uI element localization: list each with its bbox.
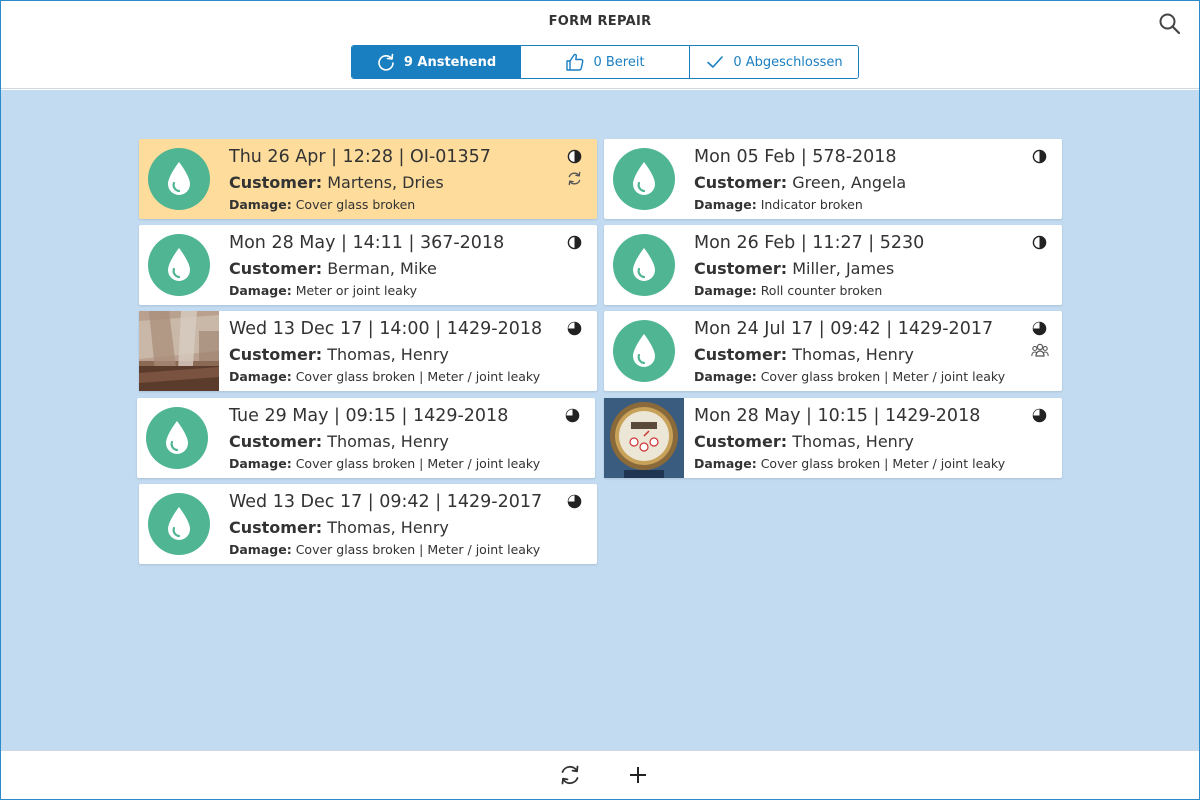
tab-pending[interactable]: 9 Anstehend — [352, 46, 521, 78]
search-icon[interactable] — [1157, 11, 1183, 37]
drop-icon — [137, 398, 217, 478]
three-quarter-circle-icon — [567, 494, 582, 509]
card-damage: Damage: Cover glass broken — [229, 197, 416, 212]
card-damage: Damage: Cover glass broken | Meter / joi… — [694, 369, 1006, 384]
card-customer: Customer: Thomas, Henry — [694, 432, 914, 451]
three-quarter-circle-icon — [565, 408, 580, 423]
card-damage: Damage: Cover glass broken | Meter / joi… — [229, 369, 541, 384]
tab-completed-label: 0 Abgeschlossen — [733, 54, 843, 70]
card-customer: Customer: Miller, James — [694, 259, 895, 278]
card-damage: Damage: Roll counter broken — [694, 283, 883, 298]
check-icon — [705, 52, 725, 72]
status-tabs: 9 Anstehend 0 Bereit 0 Abgeschlossen — [351, 45, 859, 79]
repair-card[interactable]: Wed 13 Dec 17 | 14:00 | 1429-2018 Custom… — [139, 311, 597, 391]
tab-ready-label: 0 Bereit — [593, 54, 645, 70]
header: FORM REPAIR 9 Anstehend 0 Bereit 0 Abges… — [1, 1, 1199, 89]
repair-card[interactable]: Mon 28 May | 10:15 | 1429-2018 Customer:… — [604, 398, 1062, 478]
card-title: Mon 28 May | 10:15 | 1429-2018 — [694, 406, 981, 426]
card-title: Mon 26 Feb | 11:27 | 5230 — [694, 233, 925, 253]
half-circle-icon — [567, 149, 582, 164]
card-title: Mon 24 Jul 17 | 09:42 | 1429-2017 — [694, 319, 994, 339]
half-circle-icon — [1032, 235, 1047, 250]
half-circle-icon — [567, 235, 582, 250]
card-title: Thu 26 Apr | 12:28 | OI-01357 — [229, 147, 491, 167]
refresh-icon — [376, 52, 396, 72]
card-damage: Damage: Cover glass broken | Meter / joi… — [694, 456, 1006, 471]
plus-icon[interactable] — [626, 763, 650, 787]
card-title: Mon 28 May | 14:11 | 367-2018 — [229, 233, 505, 253]
drop-icon — [139, 225, 219, 305]
repair-card[interactable]: Tue 29 May | 09:15 | 1429-2018 Customer:… — [137, 398, 595, 478]
tab-pending-label: 9 Anstehend — [403, 54, 497, 70]
group-icon — [1031, 342, 1049, 359]
sync-icon — [566, 170, 583, 187]
card-title: Tue 29 May | 09:15 | 1429-2018 — [229, 406, 509, 426]
repair-list: Thu 26 Apr | 12:28 | OI-01357 Customer: … — [1, 90, 1199, 750]
three-quarter-circle-icon — [1032, 408, 1047, 423]
card-customer: Customer: Green, Angela — [694, 173, 907, 192]
footer-toolbar — [1, 750, 1199, 799]
tab-ready[interactable]: 0 Bereit — [521, 46, 690, 78]
card-customer: Customer: Thomas, Henry — [229, 345, 449, 364]
card-customer: Customer: Berman, Mike — [229, 259, 437, 278]
drop-icon — [604, 311, 684, 391]
card-title: Wed 13 Dec 17 | 09:42 | 1429-2017 — [229, 492, 543, 512]
card-customer: Customer: Thomas, Henry — [229, 432, 449, 451]
drop-icon — [604, 225, 684, 305]
card-customer: Customer: Thomas, Henry — [694, 345, 914, 364]
card-damage: Damage: Meter or joint leaky — [229, 283, 418, 298]
meter-photo — [604, 398, 684, 478]
thumbs-up-icon — [565, 52, 585, 72]
drop-icon — [139, 139, 219, 219]
three-quarter-circle-icon — [1032, 321, 1047, 336]
app-title: FORM REPAIR — [548, 14, 652, 29]
repair-card[interactable]: Mon 24 Jul 17 | 09:42 | 1429-2017 Custom… — [604, 311, 1062, 391]
drop-icon — [139, 484, 219, 564]
repair-card[interactable]: Mon 05 Feb | 578-2018 Customer: Green, A… — [604, 139, 1062, 219]
refresh-icon[interactable] — [558, 763, 582, 787]
tab-completed[interactable]: 0 Abgeschlossen — [690, 46, 858, 78]
three-quarter-circle-icon — [567, 321, 582, 336]
repair-card[interactable]: Thu 26 Apr | 12:28 | OI-01357 Customer: … — [139, 139, 597, 219]
pipe-photo — [139, 311, 219, 391]
card-title: Mon 05 Feb | 578-2018 — [694, 147, 897, 167]
repair-card[interactable]: Mon 26 Feb | 11:27 | 5230 Customer: Mill… — [604, 225, 1062, 305]
card-customer: Customer: Thomas, Henry — [229, 518, 449, 537]
card-customer: Customer: Martens, Dries — [229, 173, 444, 192]
half-circle-icon — [1032, 149, 1047, 164]
card-damage: Damage: Cover glass broken | Meter / joi… — [229, 456, 541, 471]
repair-card[interactable]: Wed 13 Dec 17 | 09:42 | 1429-2017 Custom… — [139, 484, 597, 564]
drop-icon — [604, 139, 684, 219]
card-damage: Damage: Indicator broken — [694, 197, 863, 212]
repair-card[interactable]: Mon 28 May | 14:11 | 367-2018 Customer: … — [139, 225, 597, 305]
card-damage: Damage: Cover glass broken | Meter / joi… — [229, 542, 541, 557]
card-title: Wed 13 Dec 17 | 14:00 | 1429-2018 — [229, 319, 543, 339]
